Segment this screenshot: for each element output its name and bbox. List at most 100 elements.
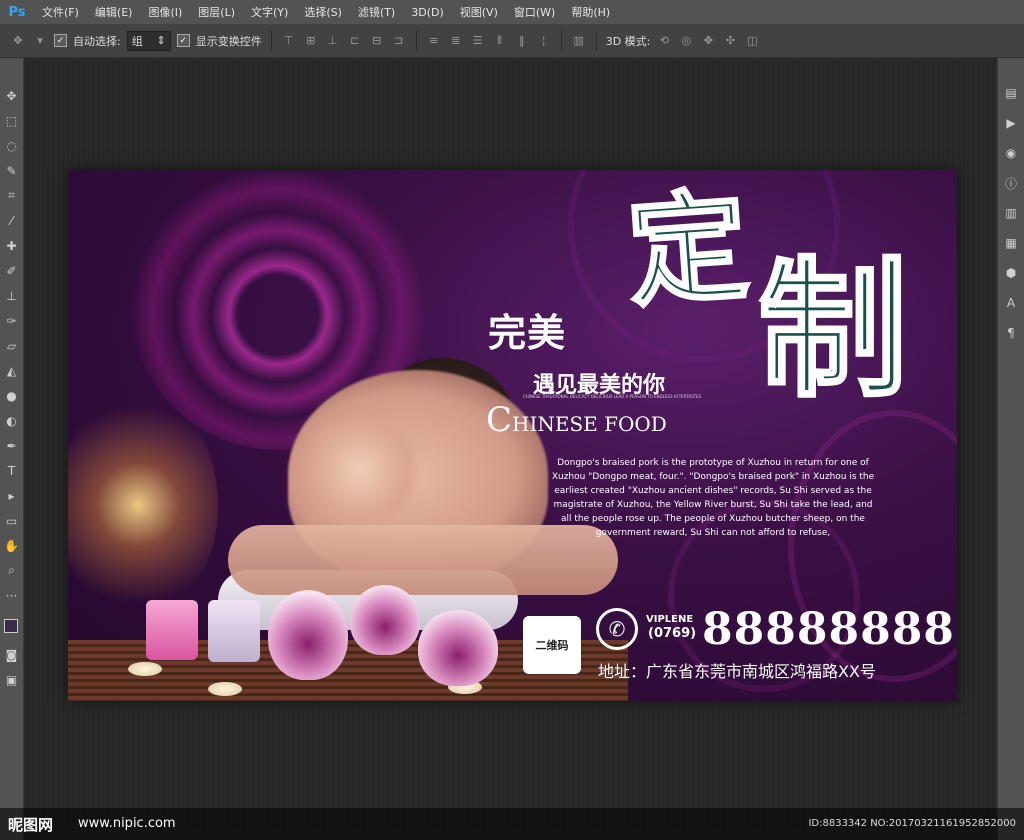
3d-pan-icon[interactable]: ✥ <box>700 33 716 49</box>
lasso-tool-icon[interactable]: ◌ <box>3 136 21 155</box>
color-swatches[interactable] <box>2 617 23 639</box>
poster-title-big-1: 定 <box>622 173 755 325</box>
show-transform-label: 显示变换控件 <box>195 34 262 48</box>
auto-select-label: 自动选择: <box>73 34 121 48</box>
magnolia-flower-graphic <box>418 610 498 686</box>
foreground-color-swatch[interactable] <box>3 619 18 633</box>
hand-tool-icon[interactable]: ✋ <box>3 536 21 555</box>
move-tool-icon[interactable]: ✥ <box>10 33 26 49</box>
adjustments-panel-icon[interactable]: ◉ <box>1002 144 1020 162</box>
brush-tool-icon[interactable]: ✐ <box>3 261 21 280</box>
blur-tool-icon[interactable]: ● <box>3 386 21 405</box>
paragraph-panel-icon[interactable]: ¶ <box>1002 324 1020 342</box>
3d-slide-icon[interactable]: ✣ <box>722 33 738 49</box>
quick-mask-icon[interactable]: ◙ <box>3 645 21 664</box>
distribute-vcenter-icon[interactable]: ≣ <box>448 33 464 49</box>
address-text: 地址：广东省东莞市南城区鸿福路XX号 <box>598 662 876 681</box>
poster-tiny-text: CHINESE TRADITIONAL DELICACY DELICIOUS L… <box>523 394 702 399</box>
3d-panel-icon[interactable]: ⬢ <box>1002 264 1020 282</box>
align-bottom-icon[interactable]: ⊥ <box>325 33 341 49</box>
phone-icon: ✆ <box>596 608 638 650</box>
align-left-icon[interactable]: ⊏ <box>347 33 363 49</box>
poster-paragraph: Dongpo's braised pork is the prototype o… <box>551 458 875 538</box>
distribute-top-icon[interactable]: ≡ <box>426 33 442 49</box>
menu-select[interactable]: 选择(S) <box>296 4 350 20</box>
crop-tool-icon[interactable]: ⌗ <box>3 186 21 205</box>
auto-select-value: 组 <box>131 34 143 48</box>
magnolia-flower-graphic <box>268 590 348 680</box>
auto-select-dropdown[interactable]: 组 ⇕ <box>126 30 171 51</box>
auto-align-icon[interactable]: ▥ <box>571 33 587 49</box>
type-tool-icon[interactable]: T <box>3 461 21 480</box>
chinese-food-rest: HINESE FOOD <box>512 412 667 436</box>
distribute-hcenter-icon[interactable]: ‖ <box>514 33 530 49</box>
menu-3d[interactable]: 3D(D) <box>403 6 452 19</box>
menu-bar: Ps 文件(F) 编辑(E) 图像(I) 图层(L) 文字(Y) 选择(S) 滤… <box>0 0 1024 24</box>
menu-type[interactable]: 文字(Y) <box>243 4 296 20</box>
poster-canvas[interactable]: 完美 定 制 遇见最美的你 CHINESE TRADITIONAL DELICA… <box>68 170 957 701</box>
screen-mode-icon[interactable]: ▣ <box>3 670 21 689</box>
3d-roll-icon[interactable]: ◎ <box>678 33 694 49</box>
zoom-tool-icon[interactable]: ⌕ <box>3 561 21 580</box>
history-brush-tool-icon[interactable]: ✑ <box>3 311 21 330</box>
chevron-down-icon[interactable]: ▾ <box>32 33 48 49</box>
poster-title-small: 完美 <box>488 310 567 355</box>
divider <box>595 30 597 51</box>
candle-graphic <box>128 662 162 676</box>
dodge-tool-icon[interactable]: ◐ <box>3 411 21 430</box>
magnolia-flower-graphic <box>350 585 420 655</box>
distribute-bottom-icon[interactable]: ☰ <box>470 33 486 49</box>
3d-rotate-icon[interactable]: ⟲ <box>656 33 672 49</box>
tools-panel: ✥ ⬚ ◌ ✎ ⌗ ⁄ ✚ ✐ ⊥ ✑ ▱ ◭ ● ◐ ✒ T ▸ ▭ ✋ ⌕ … <box>0 58 24 840</box>
watermark-bar: 昵图网 www.nipic.com ID:8833342 NO:20170321… <box>0 808 1024 840</box>
history-panel-icon[interactable]: ▤ <box>1002 84 1020 102</box>
rectangle-tool-icon[interactable]: ▭ <box>3 511 21 530</box>
menu-window[interactable]: 窗口(W) <box>506 4 563 20</box>
properties-panel-icon[interactable]: ▥ <box>1002 204 1020 222</box>
phone-number: 88888888 <box>702 604 955 655</box>
info-panel-icon[interactable]: ⓘ <box>1002 174 1020 192</box>
image-id-text: ID:8833342 NO:20170321161952852000 <box>808 818 1016 829</box>
menu-image[interactable]: 图像(I) <box>140 4 190 20</box>
align-right-icon[interactable]: ⊐ <box>391 33 407 49</box>
eyedropper-tool-icon[interactable]: ⁄ <box>3 211 21 230</box>
menu-layer[interactable]: 图层(L) <box>190 4 243 20</box>
quick-select-tool-icon[interactable]: ✎ <box>3 161 21 180</box>
chinese-food-initial: C <box>486 400 513 440</box>
show-transform-checkbox[interactable]: ✓ <box>176 34 190 47</box>
divider <box>415 30 417 51</box>
viplene-label: VIPLENE <box>646 614 694 625</box>
auto-select-checkbox[interactable]: ✓ <box>54 34 67 47</box>
qr-code-box: 二维码 <box>523 616 581 674</box>
pen-tool-icon[interactable]: ✒ <box>3 436 21 455</box>
woman-face-graphic <box>300 415 420 525</box>
more-tools-icon[interactable]: ··· <box>3 586 21 605</box>
path-select-tool-icon[interactable]: ▸ <box>3 486 21 505</box>
actions-panel-icon[interactable]: ▶ <box>1002 114 1020 132</box>
distribute-left-icon[interactable]: ⦀ <box>492 33 508 49</box>
align-top-icon[interactable]: ⊤ <box>281 33 297 49</box>
eraser-tool-icon[interactable]: ▱ <box>3 336 21 355</box>
align-vcenter-icon[interactable]: ⊞ <box>303 33 319 49</box>
paint-bucket-tool-icon[interactable]: ◭ <box>3 361 21 380</box>
clone-stamp-tool-icon[interactable]: ⊥ <box>3 286 21 305</box>
healing-brush-tool-icon[interactable]: ✚ <box>3 236 21 255</box>
right-panel-dock: ▤ ▶ ◉ ⓘ ▥ ▦ ⬢ A ¶ <box>997 58 1024 840</box>
sparkle-glow-graphic <box>68 390 218 620</box>
character-panel-icon[interactable]: A <box>1002 294 1020 312</box>
move-tool-icon[interactable]: ✥ <box>3 86 21 105</box>
3d-scale-icon[interactable]: ◫ <box>744 33 760 49</box>
qr-code-label: 二维码 <box>535 639 569 652</box>
dropdown-arrow-icon: ⇕ <box>156 34 166 47</box>
menu-edit[interactable]: 编辑(E) <box>87 4 141 20</box>
menu-file[interactable]: 文件(F) <box>34 4 87 20</box>
divider <box>560 30 562 51</box>
photoshop-logo-icon: Ps <box>8 4 26 20</box>
menu-filter[interactable]: 滤镜(T) <box>350 4 403 20</box>
marquee-tool-icon[interactable]: ⬚ <box>3 111 21 130</box>
swatches-panel-icon[interactable]: ▦ <box>1002 234 1020 252</box>
menu-view[interactable]: 视图(V) <box>452 4 506 20</box>
distribute-right-icon[interactable]: ¦ <box>536 33 552 49</box>
menu-help[interactable]: 帮助(H) <box>563 4 618 20</box>
align-hcenter-icon[interactable]: ⊟ <box>369 33 385 49</box>
